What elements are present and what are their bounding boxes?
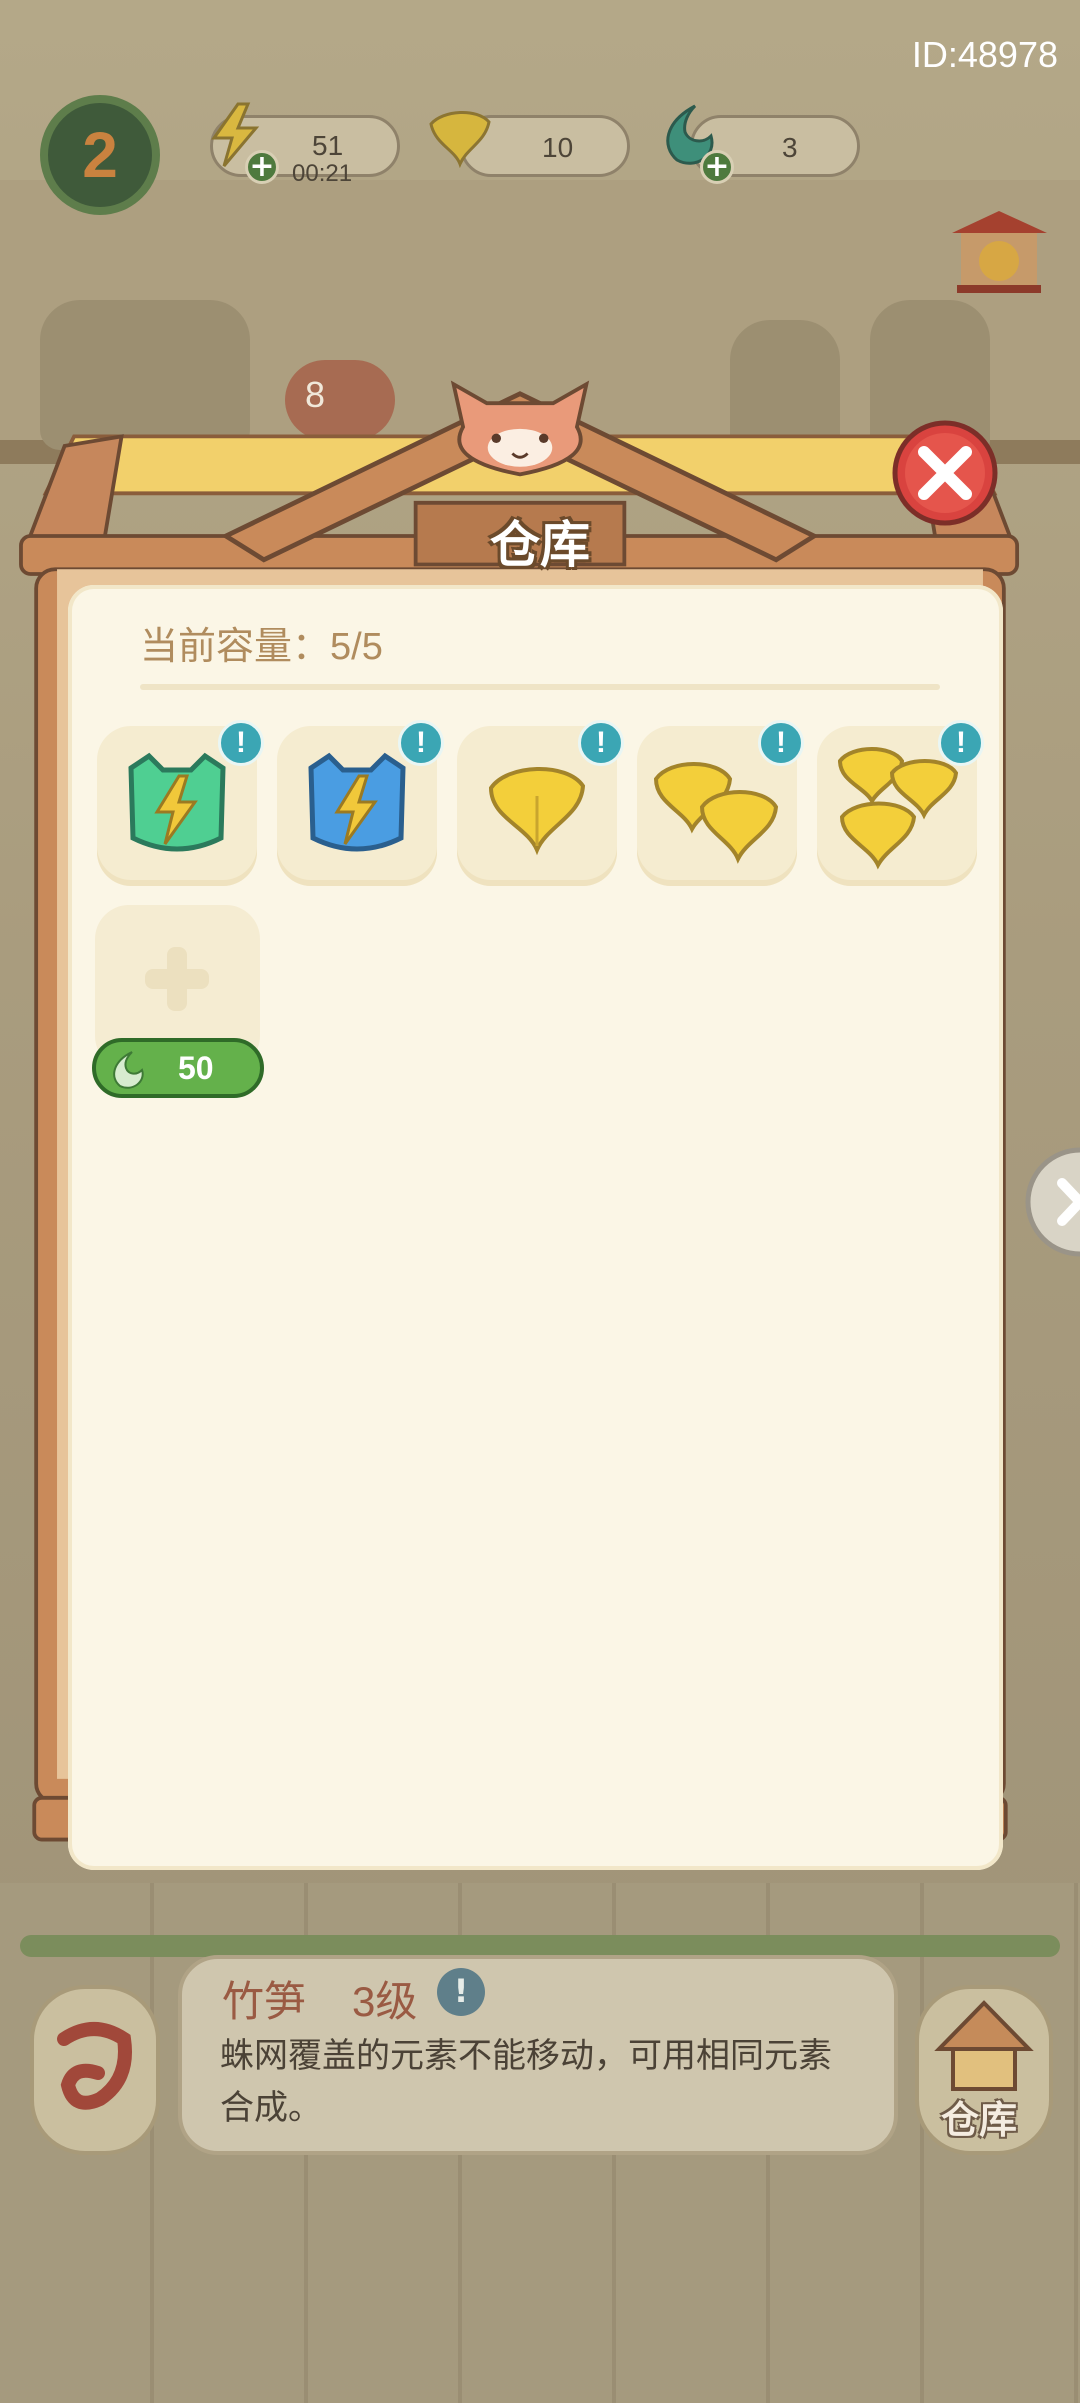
warehouse-title: 仓库 [490, 516, 590, 574]
expand-price-button[interactable]: 50 [92, 1038, 264, 1098]
element-description: 蛛网覆盖的元素不能移动，可用相同元素合成。 [220, 2037, 832, 2127]
blue-energy-icon [308, 752, 406, 852]
side-close-icon[interactable] [1022, 1145, 1080, 1260]
add-energy-button[interactable]: + [245, 150, 279, 184]
element-level: 3级 [352, 1978, 418, 2025]
close-icon[interactable] [890, 418, 1000, 528]
shop-gate-icon[interactable] [947, 205, 1052, 295]
warehouse-button-label: 仓库 [941, 2098, 1018, 2142]
bamboo-bar [20, 1935, 1060, 1957]
water-drop-icon [113, 1051, 144, 1089]
add-drops-button[interactable]: + [700, 150, 734, 184]
divider [140, 684, 940, 690]
element-name: 竹笋 [222, 1978, 307, 2025]
slot-2-alert-badge: ! [398, 720, 444, 766]
capacity-label: 当前容量：5/5 [140, 626, 383, 668]
slot-3-alert-badge: ! [578, 720, 624, 766]
green-energy-icon [128, 752, 226, 852]
element-info-badge[interactable]: ! [437, 1968, 485, 2016]
player-level: 2 [82, 119, 118, 191]
plus-icon [145, 947, 209, 1011]
player-level-badge[interactable]: 2 [40, 95, 160, 215]
hint-button[interactable] [30, 1985, 160, 2155]
triple-ginkgo-icon [837, 747, 959, 870]
ginkgo-value: 10 [542, 132, 574, 163]
warehouse-button[interactable]: 仓库 [915, 1985, 1053, 2155]
user-id: ID:48978 [911, 34, 1058, 75]
energy-value: 51 [312, 130, 344, 161]
ginkgo-leaf-icon [488, 767, 586, 856]
slot-1-alert-badge: ! [218, 720, 264, 766]
ginkgo-leaf-icon [429, 110, 491, 169]
energy-timer: 00:21 [292, 160, 353, 187]
swirl-icon [57, 2022, 132, 2110]
slot-4-alert-badge: ! [758, 720, 804, 766]
expand-price: 50 [178, 1050, 214, 1086]
drops-value: 3 [782, 132, 798, 163]
double-ginkgo-icon [653, 762, 779, 864]
slot-5-alert-badge: ! [938, 720, 984, 766]
warehouse-house-icon [934, 2000, 1034, 2091]
